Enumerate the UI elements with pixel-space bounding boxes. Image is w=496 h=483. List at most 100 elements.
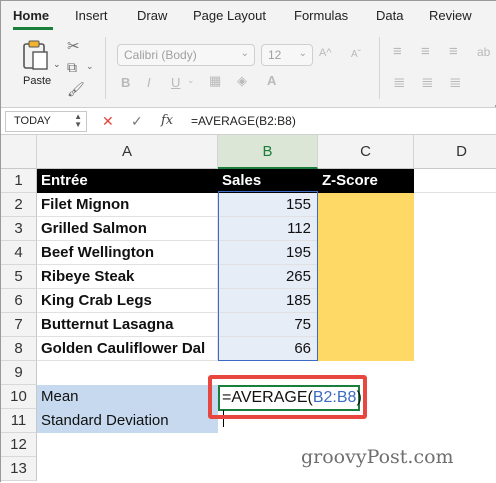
column-header-b[interactable]: B (218, 135, 318, 169)
wrap-icon[interactable]: ab (477, 45, 490, 59)
font-name-select[interactable]: Calibri (Body) ⌄ (117, 44, 255, 66)
column-header-c[interactable]: C (318, 135, 414, 169)
cell-std-label[interactable]: Standard Deviation (37, 409, 218, 433)
active-tab-indicator (13, 27, 53, 30)
chevron-down-icon: ⌄ (240, 48, 249, 59)
cell-d1[interactable] (414, 169, 496, 193)
row-header[interactable]: 3 (1, 217, 37, 241)
row-header[interactable]: 4 (1, 241, 37, 265)
font-size-select[interactable]: 12 ⌄ (261, 44, 313, 66)
cell-entree[interactable]: Grilled Salmon (37, 217, 218, 241)
borders-icon[interactable]: ▦ (209, 73, 221, 89)
ribbon-tabs: Home Insert Draw Page Layout Formulas Da… (1, 1, 496, 31)
cell-sales[interactable]: 66 (218, 337, 318, 361)
formula-bar: TODAY ▲ ▼ ✕ ✓ fx =AVERAGE(B2:B8) (1, 107, 496, 135)
cut-icon[interactable]: ✂ (67, 37, 80, 55)
tab-page-layout[interactable]: Page Layout (193, 8, 266, 23)
cell-sales[interactable]: 185 (218, 289, 318, 313)
bold-button[interactable]: B (121, 75, 130, 90)
cell-entree[interactable]: Beef Wellington (37, 241, 218, 265)
font-name-value: Calibri (Body) (124, 48, 197, 62)
align-right-icon[interactable]: ≣ (449, 73, 462, 91)
function-icon[interactable]: fx (161, 113, 173, 128)
increase-font-icon[interactable]: A^ (319, 47, 332, 59)
underline-dropdown-icon[interactable]: ⌄ (187, 75, 195, 86)
cell-b1[interactable]: Sales (218, 169, 318, 193)
tab-review[interactable]: Review (429, 8, 472, 23)
cell-entree[interactable]: Golden Cauliflower Dal (37, 337, 218, 361)
cell-sales[interactable]: 75 (218, 313, 318, 337)
cell-zscore[interactable] (318, 193, 414, 217)
fill-color-icon[interactable]: ◈ (237, 73, 247, 89)
format-painter-icon[interactable]: 🖌 (67, 81, 85, 98)
name-box-stepper-icon[interactable]: ▲ ▼ (74, 113, 82, 129)
font-color-icon[interactable]: A (267, 73, 276, 88)
text-caret (223, 410, 224, 427)
cell-zscore[interactable] (318, 313, 414, 337)
copy-dropdown-icon[interactable]: ⌄ (86, 61, 94, 72)
tab-home[interactable]: Home (13, 8, 49, 23)
align-left-icon[interactable]: ≣ (393, 73, 406, 91)
paste-dropdown-icon[interactable]: ⌄ (53, 59, 61, 70)
cell-sales[interactable]: 155 (218, 193, 318, 217)
font-size-value: 12 (268, 48, 282, 62)
row-header[interactable]: 12 (1, 433, 37, 457)
align-top-icon[interactable]: ≡ (393, 43, 402, 60)
cell-zscore[interactable] (318, 265, 414, 289)
cell-zscore[interactable] (318, 241, 414, 265)
row-header[interactable]: 8 (1, 337, 37, 361)
row-header[interactable]: 9 (1, 361, 37, 385)
row-header[interactable]: 11 (1, 409, 37, 433)
tab-data[interactable]: Data (376, 8, 403, 23)
cell-entree[interactable]: Butternut Lasagna (37, 313, 218, 337)
row-header[interactable]: 10 (1, 385, 37, 409)
align-center-icon[interactable]: ≣ (421, 73, 434, 91)
cell-zscore[interactable] (318, 337, 414, 361)
select-all-corner[interactable] (1, 135, 37, 169)
italic-button[interactable]: I (147, 75, 151, 90)
cell-entree[interactable]: King Crab Legs (37, 289, 218, 313)
decrease-font-icon[interactable]: Aˇ (351, 49, 361, 60)
name-box[interactable]: TODAY ▲ ▼ (5, 111, 87, 132)
formula-close-paren: ) (356, 389, 362, 406)
row-header[interactable]: 7 (1, 313, 37, 337)
ribbon-home: ⌄ Paste ✂ ⧉ ⌄ 🖌 Calibri (Body) ⌄ 12 ⌄ B … (1, 31, 496, 105)
name-box-value: TODAY (14, 115, 51, 127)
row-header[interactable]: 13 (1, 457, 37, 481)
active-cell-editor[interactable]: =AVERAGE(B2:B8) (218, 385, 362, 427)
cell-c1[interactable]: Z-Score (318, 169, 414, 193)
row-header[interactable]: 6 (1, 289, 37, 313)
cell-sales[interactable]: 195 (218, 241, 318, 265)
column-header-a[interactable]: A (37, 135, 218, 169)
underline-button[interactable]: U (171, 75, 180, 90)
confirm-icon[interactable]: ✓ (131, 113, 143, 130)
formula-input[interactable]: =AVERAGE(B2:B8) (191, 114, 296, 128)
align-bottom-icon[interactable]: ≡ (449, 43, 458, 60)
cell-entree[interactable]: Filet Mignon (37, 193, 218, 217)
ribbon-separator (379, 37, 380, 99)
copy-icon[interactable]: ⧉ (67, 59, 77, 76)
cell-zscore[interactable] (318, 289, 414, 313)
cell-mean-label[interactable]: Mean (37, 385, 218, 409)
formula-range-ref: B2:B8 (312, 389, 357, 406)
cell-a1[interactable]: Entrée (37, 169, 218, 193)
row-header[interactable]: 1 (1, 169, 37, 193)
clipboard-icon (23, 40, 48, 70)
chevron-down-icon: ⌄ (298, 48, 307, 59)
tab-insert[interactable]: Insert (75, 8, 108, 23)
cell-entree[interactable]: Ribeye Steak (37, 265, 218, 289)
excel-window: Home Insert Draw Page Layout Formulas Da… (0, 0, 496, 483)
cancel-icon[interactable]: ✕ (102, 113, 114, 130)
cell-sales[interactable]: 112 (218, 217, 318, 241)
watermark: groovyPost.com (301, 446, 454, 468)
row-header[interactable]: 5 (1, 265, 37, 289)
row-header[interactable]: 2 (1, 193, 37, 217)
worksheet-grid: A B C D 1 2 3 4 5 6 7 8 9 10 11 12 13 En… (1, 135, 496, 483)
align-middle-icon[interactable]: ≡ (421, 43, 430, 60)
tab-formulas[interactable]: Formulas (294, 8, 348, 23)
formula-function-text: =AVERAGE( (222, 389, 313, 406)
cell-sales[interactable]: 265 (218, 265, 318, 289)
tab-draw[interactable]: Draw (137, 8, 167, 23)
cell-zscore[interactable] (318, 217, 414, 241)
column-header-d[interactable]: D (414, 135, 496, 169)
